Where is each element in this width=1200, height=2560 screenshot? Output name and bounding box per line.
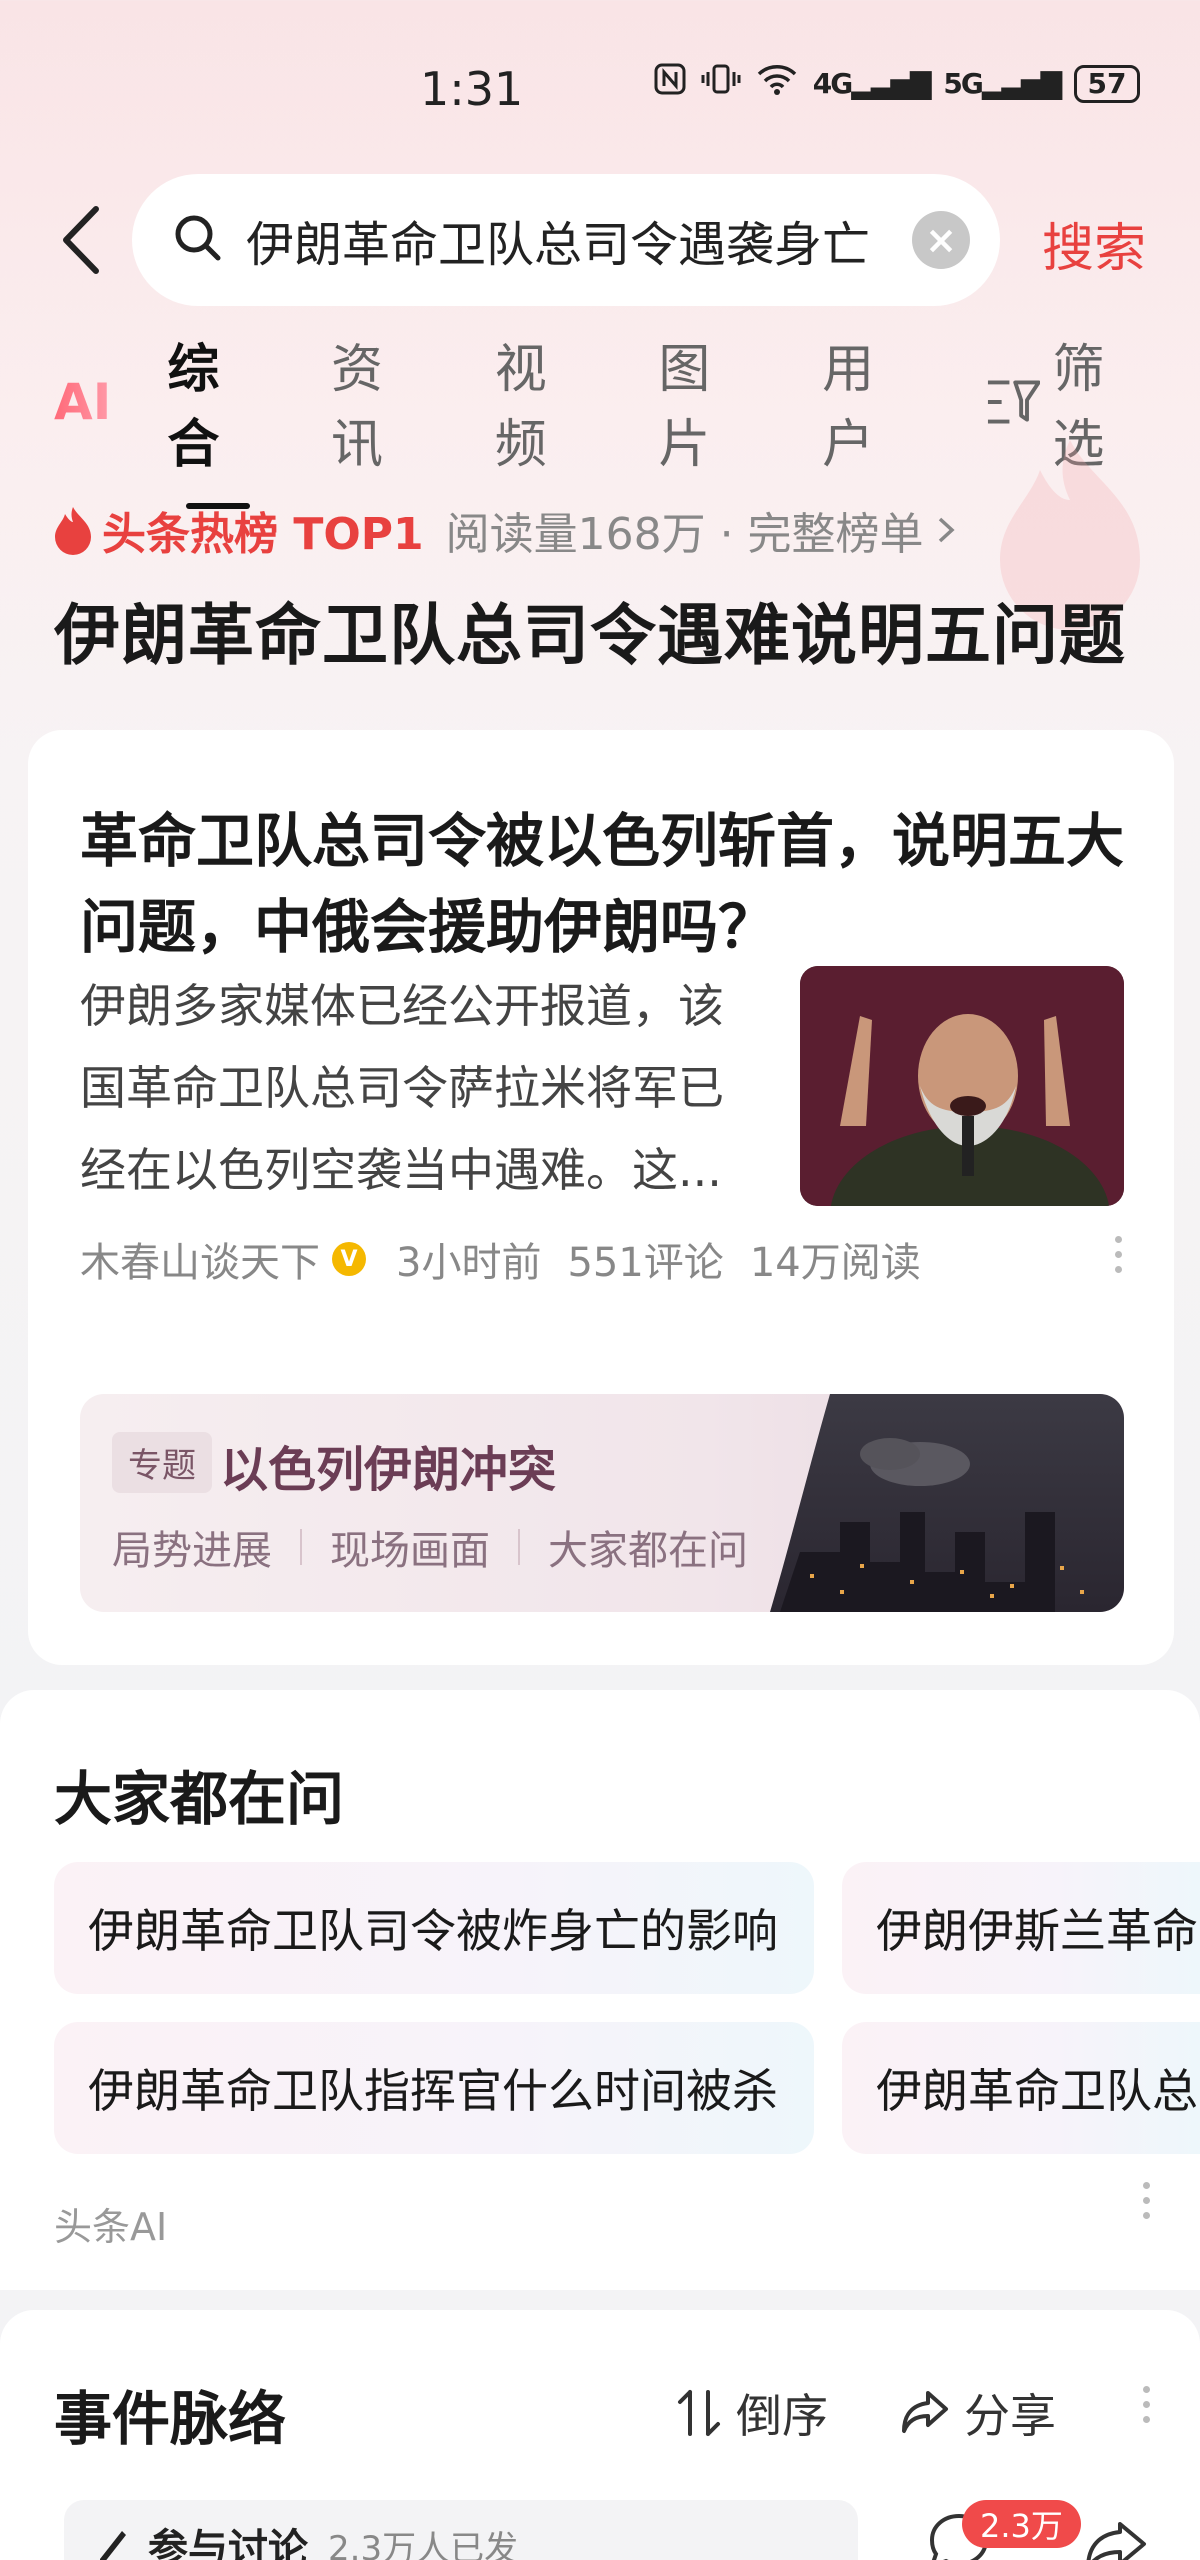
tab-video[interactable]: 视频 [495, 327, 597, 477]
battery-indicator: 57 [1074, 64, 1140, 103]
nfc-icon [653, 62, 687, 105]
search-input[interactable]: 伊朗革命卫队总司令遇袭身亡 × [132, 174, 1000, 306]
discussion-entry[interactable]: 参与讨论 2.3万人已发 [64, 2500, 858, 2560]
timeline-heading: 事件脉络 [54, 2385, 287, 2453]
sort-label: 倒序 [736, 2389, 828, 2443]
question-chip[interactable]: 伊朗革命卫队指挥官什么时间被杀 [54, 2022, 814, 2154]
tab-comprehensive[interactable]: 综合 [167, 327, 269, 477]
topic-links: 局势进展 现场画面 大家都在问 [112, 1518, 748, 1576]
publish-time: 3小时前 [396, 1240, 542, 1286]
signal-4g: 4G▂▃▅▇ [812, 67, 932, 100]
topic-link-progress[interactable]: 局势进展 [112, 1518, 272, 1576]
wifi-icon [755, 62, 799, 105]
share-icon[interactable] [1080, 2520, 1150, 2560]
topic-link-scene[interactable]: 现场画面 [330, 1518, 490, 1576]
vibrate-icon [701, 62, 741, 105]
clear-search-button[interactable]: × [912, 211, 970, 269]
tab-ai[interactable]: AI [54, 373, 111, 431]
search-query[interactable]: 伊朗革命卫队总司令遇袭身亡 [246, 205, 892, 275]
share-label: 分享 [964, 2389, 1056, 2443]
status-icons: 4G▂▃▅▇ 5G▂▃▅▇ 57 [653, 62, 1140, 105]
signal-5g: 5G▂▃▅▇ [943, 67, 1062, 100]
question-chip[interactable]: 伊朗伊斯兰革命 [842, 1862, 1200, 1994]
pen-icon [100, 2531, 126, 2560]
tab-images[interactable]: 图片 [658, 327, 760, 477]
divider [300, 1529, 302, 1565]
sort-button[interactable]: 倒序 [676, 2380, 828, 2446]
tab-users[interactable]: 用户 [822, 327, 924, 477]
verified-badge-icon: V [332, 1242, 366, 1276]
hot-list-row[interactable]: 头条热榜 TOP1 阅读量168万 · 完整榜单 [52, 498, 958, 562]
status-time: 1:31 [420, 62, 524, 116]
chevron-left-icon [63, 206, 99, 274]
share-button[interactable]: 分享 [900, 2380, 1056, 2446]
share-icon [902, 2391, 948, 2433]
search-icon [172, 212, 224, 268]
comment-count: 551评论 [567, 1240, 724, 1286]
flame-icon [55, 507, 91, 555]
tab-news[interactable]: 资讯 [331, 327, 433, 477]
hot-list-label: 头条热榜 TOP1 [102, 509, 424, 560]
filter-icon [987, 380, 1041, 424]
topic-tag: 专题 [112, 1432, 212, 1493]
everyone-asks-heading: 大家都在问 [54, 1765, 345, 1833]
discussion-title: 参与讨论 [148, 2526, 308, 2560]
hot-list-meta[interactable]: 阅读量168万 · 完整榜单 [446, 498, 924, 562]
back-button[interactable] [50, 200, 110, 280]
search-button[interactable]: 搜索 [1042, 206, 1146, 281]
discussion-count: 2.3万人已发 [328, 2528, 519, 2560]
asks-more-icon[interactable] [1136, 2182, 1156, 2219]
author-name[interactable]: 木春山谈天下 [80, 1230, 320, 1288]
topic-link-asks[interactable]: 大家都在问 [548, 1518, 748, 1576]
ai-source-label: 头条AI [54, 2205, 168, 2249]
chevron-right-icon [938, 517, 955, 543]
topic-title[interactable]: 以色列伊朗冲突 [220, 1430, 556, 1500]
question-chip[interactable]: 伊朗革命卫队司令被炸身亡的影响 [54, 1862, 814, 1994]
question-chip[interactable]: 伊朗革命卫队总 [842, 2022, 1200, 2154]
divider [518, 1529, 520, 1565]
article-more-icon[interactable] [1108, 1236, 1128, 1273]
article-title[interactable]: 革命卫队总司令被以色列斩首，说明五大问题，中俄会援助伊朗吗？ [80, 798, 1130, 970]
comment-count-badge: 2.3万 [962, 2500, 1081, 2548]
article-meta: 木春山谈天下 V 3小时前 551评论 14万阅读 [80, 1230, 947, 1288]
article-summary[interactable]: 伊朗多家媒体已经公开报道，该国革命卫队总司令萨拉米将军已经在以色列空袭当中遇难。… [80, 965, 740, 1211]
topic-image [770, 1394, 1124, 1612]
hot-topic-title[interactable]: 伊朗革命卫队总司令遇难说明五问题 [54, 582, 1126, 678]
read-count: 14万阅读 [749, 1240, 921, 1286]
article-thumbnail[interactable] [800, 966, 1124, 1206]
timeline-more-icon[interactable] [1136, 2386, 1156, 2423]
sort-icon [678, 2390, 720, 2436]
